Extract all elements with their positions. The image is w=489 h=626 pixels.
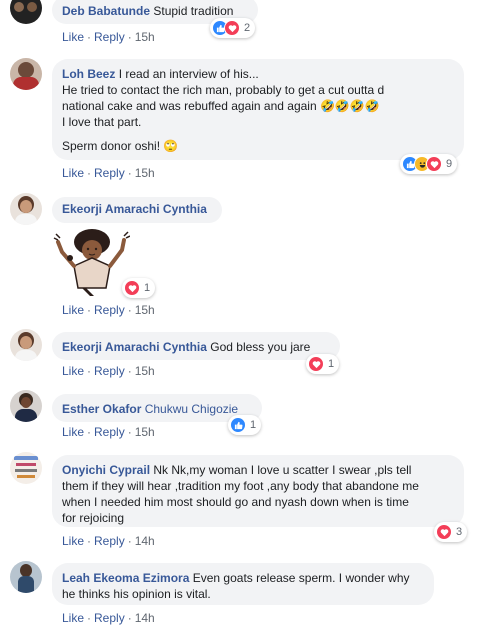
- comment-text: I read an interview of his...: [118, 67, 259, 81]
- timestamp[interactable]: 15h: [135, 303, 155, 317]
- comment-bubble: Ekeorji Amarachi Cynthia: [52, 197, 222, 223]
- comment-author[interactable]: Loh Beez: [62, 67, 115, 81]
- timestamp[interactable]: 15h: [135, 364, 155, 378]
- comment-text-line: for rejoicing: [62, 511, 125, 525]
- reaction-summary[interactable]: 2: [210, 18, 256, 38]
- timestamp[interactable]: 14h: [135, 611, 155, 625]
- comment-author[interactable]: Esther Okafor: [62, 402, 141, 416]
- comment-actions: Like · Reply · 15h: [62, 364, 155, 378]
- love-reaction-icon: [436, 524, 452, 540]
- comment-text-line: national cake and was rebuffed again and…: [62, 99, 380, 113]
- avatar[interactable]: [10, 193, 42, 225]
- comment-text-line: Sperm donor oshi! 🙄: [62, 139, 179, 153]
- timestamp[interactable]: 15h: [135, 425, 155, 439]
- reaction-summary[interactable]: 3: [434, 522, 468, 542]
- avatar[interactable]: [10, 452, 42, 484]
- timestamp[interactable]: 14h: [135, 534, 155, 548]
- comment-text: Nk Nk,my woman I love u scatter I swear …: [153, 463, 412, 477]
- comment-actions: Like · Reply · 15h: [62, 166, 155, 180]
- reply-link[interactable]: Reply: [94, 611, 125, 625]
- comment-author[interactable]: Onyichi Cyprail: [62, 463, 150, 477]
- reaction-summary[interactable]: 9: [400, 154, 458, 174]
- timestamp[interactable]: 15h: [135, 30, 155, 44]
- reaction-summary[interactable]: 1: [122, 278, 156, 298]
- comment-author[interactable]: Ekeorji Amarachi Cynthia: [62, 202, 207, 216]
- love-reaction-icon: [308, 356, 324, 372]
- reaction-count: 2: [244, 22, 251, 34]
- like-link[interactable]: Like: [62, 425, 84, 439]
- reply-link[interactable]: Reply: [94, 166, 125, 180]
- comment-actions: Like · Reply · 14h: [62, 534, 155, 548]
- comment-bubble: Loh Beez I read an interview of his... H…: [52, 59, 464, 160]
- sticker-image[interactable]: [52, 222, 130, 300]
- comment-text-line: He tried to contact the rich man, probab…: [62, 83, 385, 97]
- comment-text-line: I love that part.: [62, 115, 142, 129]
- avatar[interactable]: [10, 0, 42, 24]
- reaction-count: 9: [446, 158, 453, 170]
- comment-text-line: he thinks his opinion is vital.: [62, 587, 211, 601]
- comment-actions: Like · Reply · 15h: [62, 30, 155, 44]
- reaction-summary[interactable]: 1: [306, 354, 340, 374]
- reply-link[interactable]: Reply: [94, 30, 125, 44]
- comment-bubble: Leah Ekeoma Ezimora Even goats release s…: [52, 563, 434, 605]
- mention-tag[interactable]: Chukwu Chigozie: [145, 402, 238, 416]
- like-link[interactable]: Like: [62, 364, 84, 378]
- comment-author[interactable]: Leah Ekeoma Ezimora: [62, 571, 189, 585]
- love-reaction-icon: [124, 280, 140, 296]
- like-link[interactable]: Like: [62, 611, 84, 625]
- comment-actions: Like · Reply · 15h: [62, 425, 155, 439]
- timestamp[interactable]: 15h: [135, 166, 155, 180]
- reply-link[interactable]: Reply: [94, 303, 125, 317]
- avatar[interactable]: [10, 58, 42, 90]
- like-link[interactable]: Like: [62, 303, 84, 317]
- love-reaction-icon: [426, 156, 442, 172]
- comment-text-line: them if they will hear ,tradition my foo…: [62, 479, 419, 493]
- like-link[interactable]: Like: [62, 30, 84, 44]
- avatar[interactable]: [10, 561, 42, 593]
- avatar[interactable]: [10, 329, 42, 361]
- comment-author[interactable]: Ekeorji Amarachi Cynthia: [62, 340, 207, 354]
- like-link[interactable]: Like: [62, 166, 84, 180]
- comment-author[interactable]: Deb Babatunde: [62, 4, 150, 18]
- like-reaction-icon: [230, 417, 246, 433]
- comment-text-line: when I needed him most should go and nya…: [62, 495, 409, 509]
- reaction-count: 1: [144, 282, 151, 294]
- reaction-count: 1: [250, 419, 257, 431]
- reaction-summary[interactable]: 1: [228, 415, 262, 435]
- reply-link[interactable]: Reply: [94, 425, 125, 439]
- reply-link[interactable]: Reply: [94, 364, 125, 378]
- reaction-count: 3: [456, 526, 463, 538]
- comment-actions: Like · Reply · 15h: [62, 303, 155, 317]
- reply-link[interactable]: Reply: [94, 534, 125, 548]
- like-link[interactable]: Like: [62, 534, 84, 548]
- comment-bubble: Onyichi Cyprail Nk Nk,my woman I love u …: [52, 455, 464, 527]
- comment-text: God bless you jare: [210, 340, 311, 354]
- reaction-count: 1: [328, 358, 335, 370]
- love-reaction-icon: [224, 20, 240, 36]
- avatar[interactable]: [10, 390, 42, 422]
- comment-text: Stupid tradition: [153, 4, 234, 18]
- comment-text: Even goats release sperm. I wonder why: [192, 571, 410, 585]
- comment-bubble: Ekeorji Amarachi Cynthia God bless you j…: [52, 332, 340, 360]
